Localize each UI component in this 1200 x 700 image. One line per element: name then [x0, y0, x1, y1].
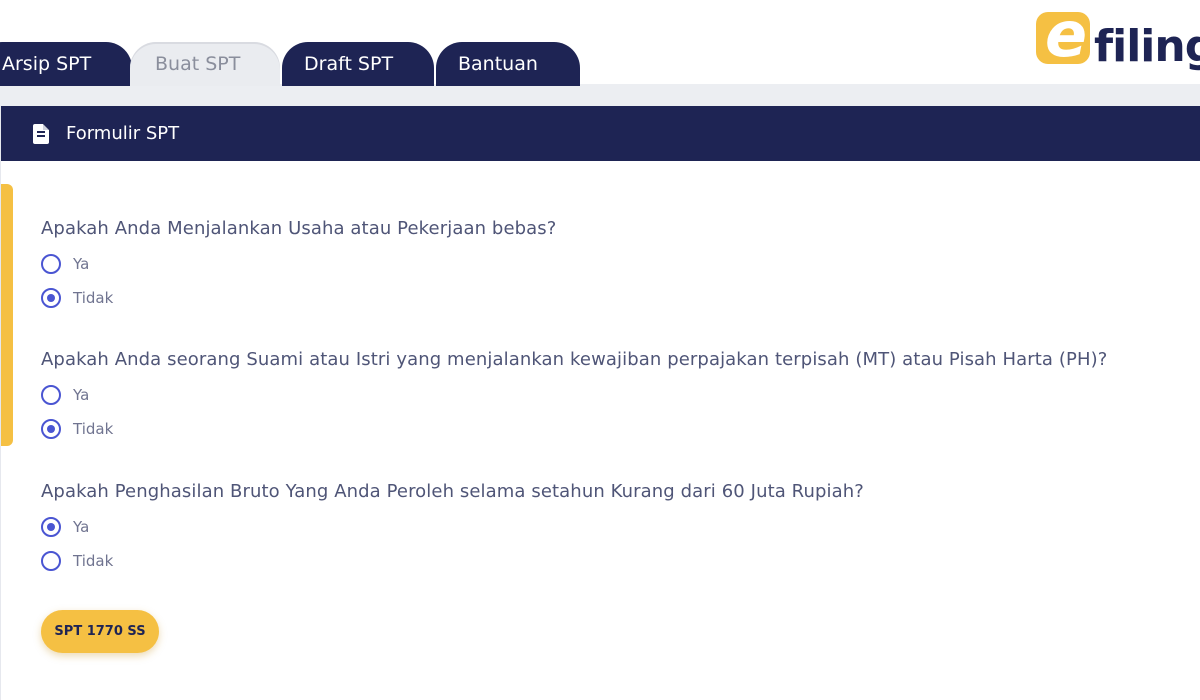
question-penghasilan-bruto: Apakah Penghasilan Bruto Yang Anda Perol… — [41, 479, 864, 573]
tab-bantuan[interactable]: Bantuan — [436, 42, 580, 86]
radio-button[interactable] — [41, 254, 61, 274]
radio-button[interactable] — [41, 551, 61, 571]
tab-arsip-spt[interactable]: Arsip SPT — [0, 42, 132, 86]
logo-text: filing — [1094, 21, 1200, 72]
option-tidak[interactable]: Tidak — [41, 417, 1107, 441]
accent-bar — [1, 184, 13, 446]
tab-draft-spt[interactable]: Draft SPT — [282, 42, 434, 86]
tab-buat-spt[interactable]: Buat SPT — [130, 42, 280, 86]
option-ya[interactable]: Ya — [41, 515, 864, 539]
option-ya[interactable]: Ya — [41, 252, 556, 276]
option-label: Tidak — [73, 420, 114, 438]
question-label: Apakah Anda seorang Suami atau Istri yan… — [41, 349, 1108, 370]
option-label: Tidak — [73, 552, 114, 570]
option-tidak[interactable]: Tidak — [41, 549, 864, 573]
option-label: Ya — [73, 255, 90, 273]
question-label: Apakah Anda Menjalankan Usaha atau Peker… — [41, 218, 557, 239]
option-label: Tidak — [73, 289, 114, 307]
spt-form-panel: Formulir SPT Apakah Anda Menjalankan Usa… — [0, 106, 1200, 700]
panel-header: Formulir SPT — [1, 106, 1200, 161]
question-suami-istri: Apakah Anda seorang Suami atau Istri yan… — [41, 347, 1107, 441]
logo-e-glyph: e — [1045, 0, 1088, 71]
spt-1770-ss-button[interactable]: SPT 1770 SS — [41, 610, 159, 653]
radio-button[interactable] — [41, 288, 61, 308]
efiling-logo: e filing — [1036, 4, 1200, 76]
document-icon — [33, 123, 49, 144]
logo-mark: e — [1036, 4, 1090, 66]
tab-bar: Arsip SPT Buat SPT Draft SPT Bantuan — [0, 0, 1200, 108]
option-label: Ya — [73, 518, 90, 536]
radio-button[interactable] — [41, 385, 61, 405]
radio-button[interactable] — [41, 419, 61, 439]
option-ya[interactable]: Ya — [41, 383, 1107, 407]
question-usaha: Apakah Anda Menjalankan Usaha atau Peker… — [41, 216, 556, 310]
option-label: Ya — [73, 386, 90, 404]
question-label: Apakah Penghasilan Bruto Yang Anda Perol… — [41, 481, 864, 502]
efiling-page: Arsip SPT Buat SPT Draft SPT Bantuan e f… — [0, 0, 1200, 700]
panel-title: Formulir SPT — [66, 123, 180, 144]
option-tidak[interactable]: Tidak — [41, 286, 556, 310]
radio-button[interactable] — [41, 517, 61, 537]
